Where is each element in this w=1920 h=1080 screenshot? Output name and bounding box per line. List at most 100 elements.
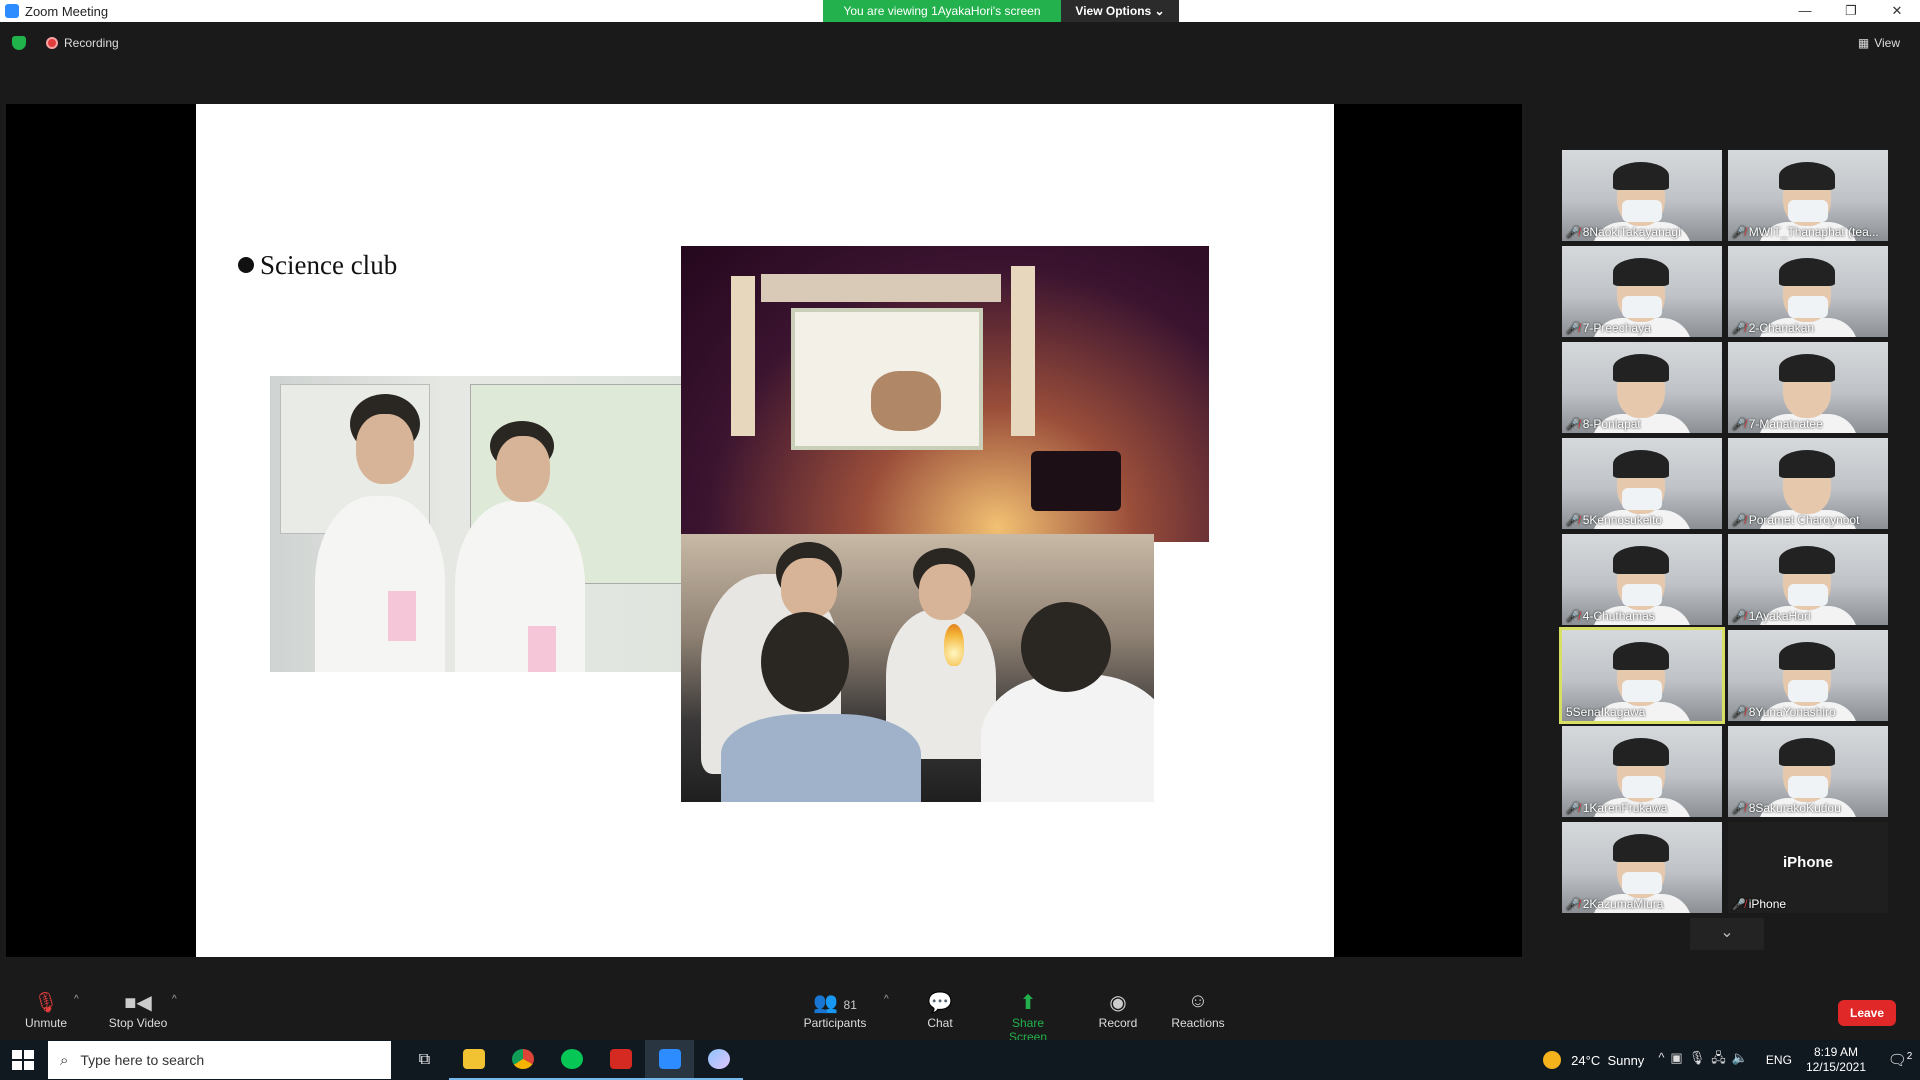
- participant-name: 5SenaIkagawa: [1566, 705, 1646, 719]
- meeting-toolbar: 🎙 Unmute ^ ■◀ Stop Video ^ 👥 81 Particip…: [0, 980, 1920, 1044]
- record-icon: ◉: [1109, 992, 1127, 1014]
- video-tile[interactable]: 🎤̸ 2-Chanakan: [1728, 246, 1888, 337]
- zoom-app-icon: [5, 4, 19, 18]
- participant-name: MWIT_Thanaphat (tea...: [1748, 225, 1879, 239]
- video-tile[interactable]: 🎤̸ 8-Ponlapat: [1562, 342, 1722, 433]
- weather-sun-icon: [1543, 1051, 1562, 1069]
- system-tray: 24°C Sunny ^▣🎙🖧🔈 ENG 8:19 AM 12/15/2021 🗨…: [1543, 1040, 1920, 1080]
- video-tile[interactable]: 🎤̸ 8NaokiTakayanagi: [1562, 150, 1722, 241]
- video-tile[interactable]: 🎤̸ 4-Chuthamas: [1562, 534, 1722, 625]
- mic-muted-icon: 🎤̸: [1732, 419, 1746, 431]
- grid-icon: ▦: [1857, 36, 1870, 50]
- participant-name: 8YunaYonashiro: [1748, 705, 1836, 719]
- security-shield-icon[interactable]: [12, 36, 26, 50]
- recording-label[interactable]: Recording: [64, 36, 119, 50]
- active-speaker-tile[interactable]: 5SenaIkagawa: [1559, 627, 1725, 724]
- participant-name: 2-Chanakan: [1748, 321, 1815, 335]
- line-app-icon[interactable]: [547, 1040, 596, 1080]
- file-explorer-icon[interactable]: [449, 1040, 498, 1080]
- view-options-button[interactable]: View Options ⌄: [1061, 0, 1179, 22]
- lab-experiment-photo: [681, 534, 1154, 802]
- mic-muted-icon: 🎤̸: [1732, 611, 1746, 623]
- participant-name: 1AyakaHori: [1748, 609, 1811, 623]
- chevron-up-icon: ^: [1658, 1050, 1671, 1065]
- bullet-icon: [238, 257, 254, 273]
- audio-options-caret[interactable]: ^: [74, 994, 79, 1005]
- close-button[interactable]: ✕: [1874, 0, 1920, 22]
- mic-muted-icon: 🎤̸: [1732, 227, 1746, 239]
- video-camera-icon: ■◀: [124, 992, 152, 1014]
- tray-icons[interactable]: ^▣🎙🖧🔈: [1658, 1049, 1754, 1071]
- record-label: Record: [1098, 1016, 1138, 1030]
- participant-name: Poramet Charoynoot: [1748, 513, 1860, 527]
- record-button[interactable]: ◉ Record: [1096, 990, 1140, 1030]
- video-tile[interactable]: 🎤̸ 8SakurakoKudou: [1728, 726, 1888, 817]
- stop-video-button[interactable]: ■◀ Stop Video: [106, 990, 170, 1030]
- participant-name: 1KarenFrukawa: [1582, 801, 1668, 815]
- mic-muted-icon: 🎤̸: [1566, 611, 1580, 623]
- leave-button[interactable]: Leave: [1838, 1000, 1896, 1026]
- unmute-button[interactable]: 🎙 Unmute: [22, 990, 70, 1030]
- video-tile[interactable]: 🎤̸ 7-Manatnatee: [1728, 342, 1888, 433]
- mic-muted-icon: 🎤̸: [1566, 515, 1580, 527]
- chat-button[interactable]: 💬 Chat: [920, 990, 960, 1030]
- microphone-icon: 🎙: [1688, 1050, 1712, 1065]
- zoom-taskbar-icon[interactable]: [645, 1040, 694, 1080]
- mic-muted-icon: 🎤̸: [1566, 899, 1580, 911]
- chat-label: Chat: [927, 1016, 953, 1030]
- participant-display-name: iPhone: [1782, 854, 1833, 871]
- clock-date: 12/15/2021: [1805, 1060, 1866, 1074]
- mic-muted-icon: 🎤̸: [1732, 707, 1746, 719]
- window-title: Zoom Meeting: [25, 3, 109, 19]
- search-icon: ⌕: [60, 1051, 69, 1069]
- taskbar-apps: ⧉: [400, 1040, 743, 1080]
- participant-name: 8NaokiTakayanagi: [1582, 225, 1681, 239]
- weather-condition: Sunny: [1607, 1052, 1645, 1068]
- restore-button[interactable]: ❐: [1828, 0, 1874, 22]
- task-view-icon[interactable]: ⧉: [400, 1040, 449, 1080]
- gallery-next-page-button[interactable]: ⌄: [1690, 918, 1764, 950]
- participant-name: 4-Chuthamas: [1582, 609, 1655, 623]
- video-tile[interactable]: 🎤̸ 1AyakaHori: [1728, 534, 1888, 625]
- weather-widget[interactable]: 24°C Sunny: [1571, 1053, 1644, 1068]
- viewing-screen-label: You are viewing 1AyakaHori's screen: [823, 0, 1061, 22]
- windows-taskbar: ⌕ Type here to search ⧉ 24°C Sunny ^▣🎙🖧🔈…: [0, 1040, 1920, 1080]
- mic-muted-icon: 🎤̸: [1566, 803, 1580, 815]
- mic-muted-icon: 🎤̸: [1566, 227, 1580, 239]
- smiley-plus-icon: ☺: [1187, 990, 1209, 1012]
- reactions-label: Reactions: [1171, 1016, 1225, 1030]
- participants-options-caret[interactable]: ^: [884, 994, 889, 1005]
- video-options-caret[interactable]: ^: [172, 994, 177, 1005]
- video-tile[interactable]: 🎤̸ MWIT_Thanaphat (tea...: [1728, 150, 1888, 241]
- windows-start-icon[interactable]: [12, 1050, 34, 1070]
- reactions-button[interactable]: ☺ Reactions: [1170, 990, 1226, 1030]
- paint-icon[interactable]: [694, 1040, 743, 1080]
- speaker-icon: 🔈: [1731, 1050, 1754, 1065]
- share-screen-button[interactable]: ⬆ Share Screen: [992, 990, 1064, 1044]
- video-tile[interactable]: 🎤̸ 1KarenFrukawa: [1562, 726, 1722, 817]
- unmute-label: Unmute: [24, 1016, 68, 1030]
- recording-icon: [46, 37, 58, 49]
- mic-muted-icon: 🎙: [33, 992, 59, 1014]
- notification-center-icon[interactable]: 🗨2: [1880, 1051, 1920, 1069]
- view-button[interactable]: ▦ View: [1858, 36, 1900, 50]
- participants-button[interactable]: 👥 81 Participants: [800, 990, 870, 1030]
- video-tile-no-video[interactable]: iPhone 🎤̸ iPhone: [1728, 822, 1888, 913]
- participants-label: Participants: [803, 1016, 867, 1030]
- input-language[interactable]: ENG: [1766, 1053, 1792, 1067]
- video-tile[interactable]: 🎤̸ Poramet Charoynoot: [1728, 438, 1888, 529]
- video-tile[interactable]: 🎤̸ 8YunaYonashiro: [1728, 630, 1888, 721]
- participant-name: iPhone: [1748, 897, 1787, 911]
- acrobat-icon[interactable]: [596, 1040, 645, 1080]
- video-tile[interactable]: 🎤̸ 7-Preechaya: [1562, 246, 1722, 337]
- taskbar-clock[interactable]: 8:19 AM 12/15/2021: [1806, 1045, 1866, 1075]
- viewing-banner: You are viewing 1AyakaHori's screen View…: [823, 0, 1179, 22]
- chrome-icon[interactable]: [498, 1040, 547, 1080]
- minimize-button[interactable]: —: [1782, 0, 1828, 22]
- taskbar-search-input[interactable]: ⌕ Type here to search: [48, 1041, 391, 1079]
- stage-presentation-photo: [681, 246, 1209, 542]
- video-tile[interactable]: 🎤̸ 2KazumaMiura: [1562, 822, 1722, 913]
- video-tile[interactable]: 🎤̸ 5Kennosukeito: [1562, 438, 1722, 529]
- network-icon: 🖧: [1711, 1050, 1732, 1065]
- stop-video-label: Stop Video: [108, 1016, 168, 1030]
